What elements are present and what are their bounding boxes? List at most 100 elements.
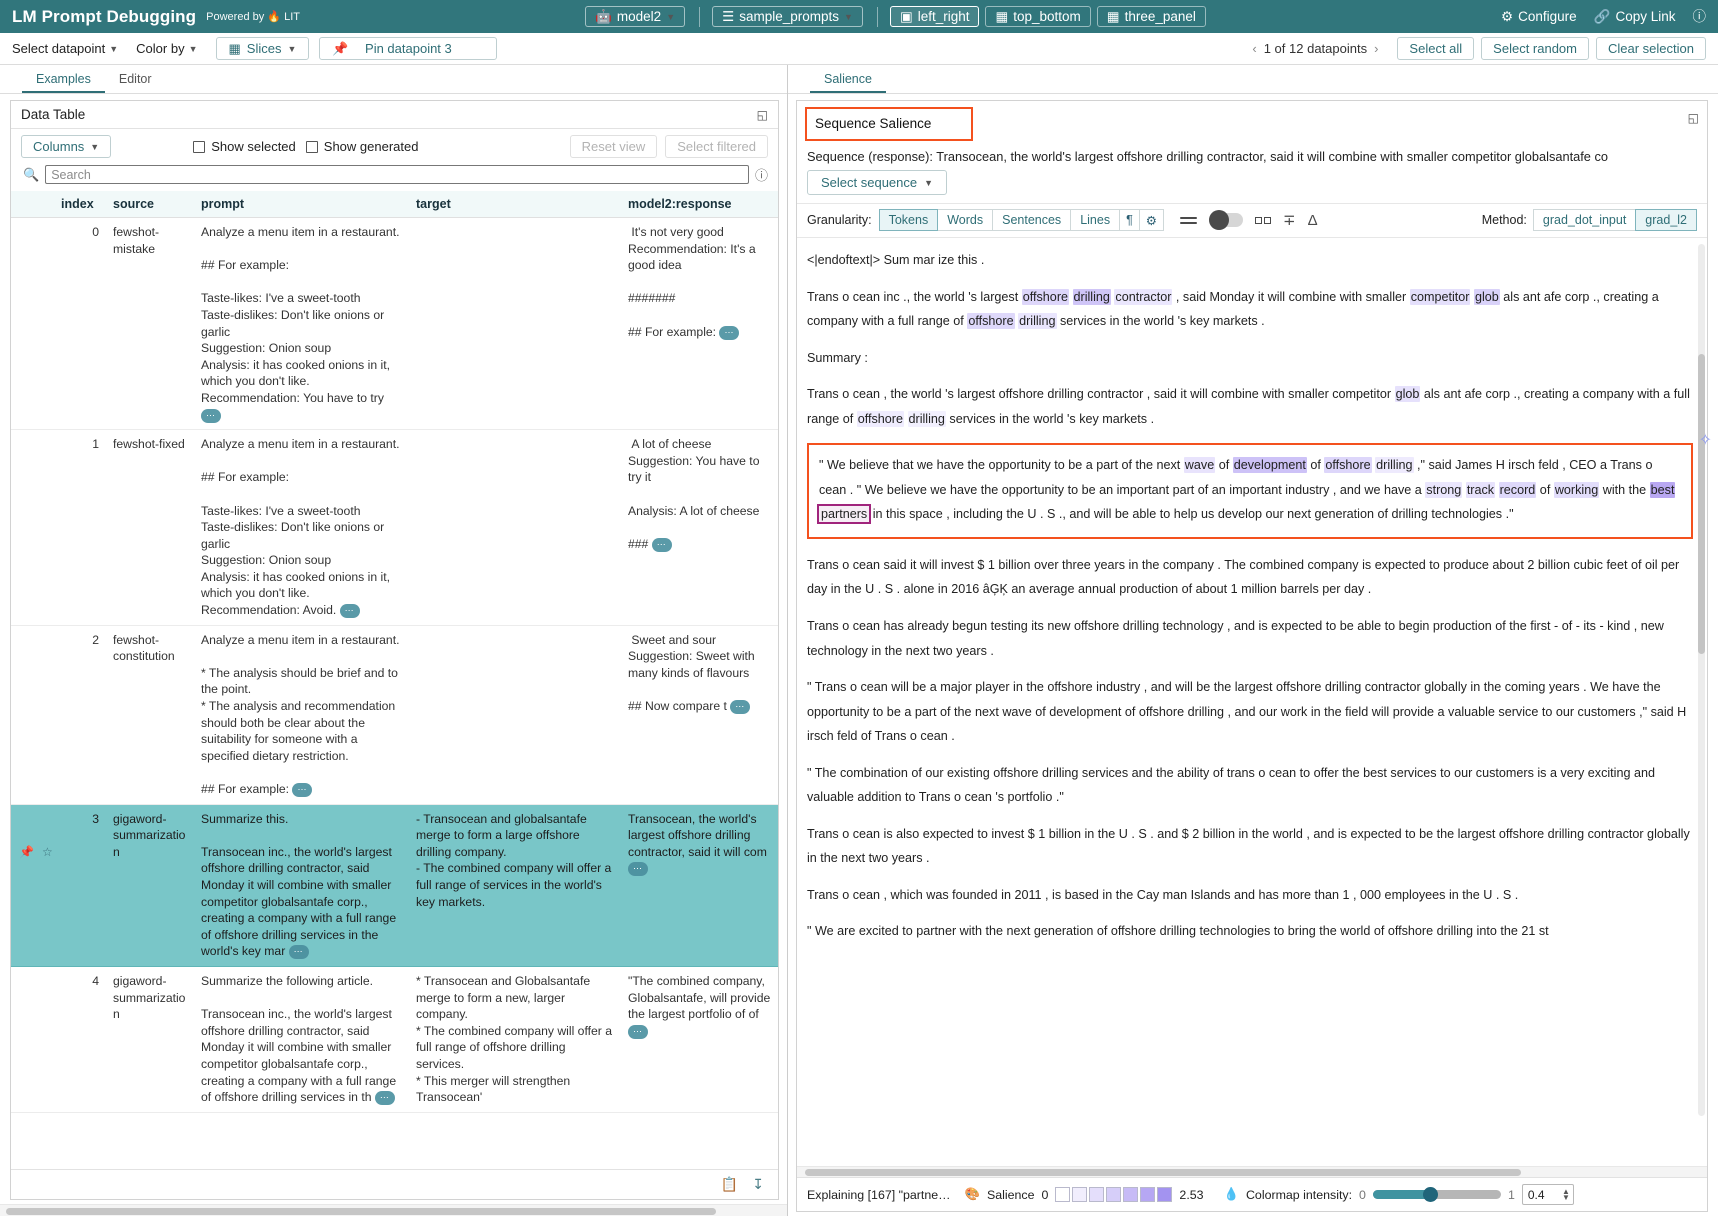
salience-token[interactable]: contractor xyxy=(1114,289,1172,305)
configure-button[interactable]: ⚙ Configure xyxy=(1501,9,1577,24)
header-response[interactable]: model2:response xyxy=(620,191,778,218)
salience-token[interactable]: wave xyxy=(1184,457,1215,473)
row-pin-cell[interactable] xyxy=(11,625,53,804)
granularity-words-button[interactable]: Words xyxy=(937,209,993,231)
color-by-dropdown[interactable]: Color by ▼ xyxy=(136,41,197,56)
tab-examples[interactable]: Examples xyxy=(22,68,105,93)
salience-token[interactable]: offshore xyxy=(857,411,904,427)
search-input[interactable] xyxy=(45,165,749,184)
show-selected-checkbox[interactable]: Show selected xyxy=(193,139,296,154)
select-datapoint-dropdown[interactable]: Select datapoint ▼ xyxy=(12,41,118,56)
pilcrow-icon-button[interactable]: ¶ xyxy=(1119,209,1140,231)
slider-knob[interactable] xyxy=(1423,1187,1438,1202)
expand-icon[interactable]: ◱ xyxy=(757,108,768,122)
more-badge[interactable]: ⋯ xyxy=(340,604,360,618)
slices-button[interactable]: ▦ Slices ▼ xyxy=(216,37,310,60)
pin-icon[interactable]: 📌 xyxy=(19,844,34,860)
salience-token[interactable]: strong xyxy=(1425,482,1462,498)
more-badge[interactable]: ⋯ xyxy=(652,538,672,552)
sparkle-icon[interactable]: ✧ xyxy=(1699,430,1712,450)
salience-token[interactable]: glob xyxy=(1474,289,1500,305)
row-pin-cell[interactable] xyxy=(11,218,53,430)
left-horizontal-scrollbar[interactable] xyxy=(0,1204,787,1216)
more-badge[interactable]: ⋯ xyxy=(375,1091,395,1105)
color-mode-toggle[interactable] xyxy=(1209,213,1243,227)
layout-button-three-panel[interactable]: ▦ three_panel xyxy=(1097,6,1206,27)
copy-link-button[interactable]: 🔗 Copy Link xyxy=(1594,9,1676,24)
salience-token[interactable]: drilling xyxy=(1073,289,1111,305)
salience-vertical-scrollbar[interactable] xyxy=(1698,244,1705,1116)
salience-token[interactable]: glob xyxy=(1395,386,1421,402)
expand-icon[interactable]: ◱ xyxy=(1688,107,1699,125)
help-icon[interactable]: ⓘ xyxy=(755,165,768,184)
grid-view-icon[interactable] xyxy=(1255,217,1271,224)
header-source[interactable]: source xyxy=(105,191,193,218)
tab-salience[interactable]: Salience xyxy=(810,68,886,93)
colormap-slider[interactable] xyxy=(1373,1190,1501,1199)
font-size-icon[interactable]: Δ xyxy=(1308,213,1318,228)
salience-token[interactable]: drilling xyxy=(1375,457,1413,473)
more-badge[interactable]: ⋯ xyxy=(628,1025,648,1039)
salience-token-focused[interactable]: partners xyxy=(819,506,869,522)
granularity-lines-button[interactable]: Lines xyxy=(1070,209,1120,231)
star-icon[interactable]: ☆ xyxy=(42,844,53,860)
clear-selection-button[interactable]: Clear selection xyxy=(1596,37,1706,60)
tab-editor[interactable]: Editor xyxy=(105,68,166,93)
gear-icon-button[interactable]: ⚙ xyxy=(1139,209,1164,231)
more-badge[interactable]: ⋯ xyxy=(730,700,750,714)
more-badge[interactable]: ⋯ xyxy=(719,326,739,340)
salience-token[interactable]: working xyxy=(1554,482,1599,498)
salience-token[interactable]: competitor xyxy=(1410,289,1471,305)
table-row[interactable]: 0 fewshot-mistake Analyze a menu item in… xyxy=(11,218,778,430)
table-row[interactable]: 1 fewshot-fixed Analyze a menu item in a… xyxy=(11,430,778,626)
row-pin-cell[interactable] xyxy=(11,966,53,1112)
header-prompt[interactable]: prompt xyxy=(193,191,408,218)
plus-minus-icon[interactable]: ∓ xyxy=(1283,213,1296,228)
download-icon[interactable]: ↧ xyxy=(752,1176,764,1193)
salience-token[interactable]: offshore xyxy=(967,313,1014,329)
salience-text-body[interactable]: <|endoftext|> Sum mar ize this . Trans o… xyxy=(797,238,1707,1166)
select-all-button[interactable]: Select all xyxy=(1397,37,1474,60)
salience-token[interactable]: development xyxy=(1233,457,1307,473)
model-selector-chip[interactable]: 🤖 model2 ▼ xyxy=(585,6,685,27)
table-row-selected[interactable]: 📌 ☆ 3 gigaword-summarization Summarize t… xyxy=(11,804,778,966)
select-filtered-button[interactable]: Select filtered xyxy=(665,135,768,158)
reset-view-button[interactable]: Reset view xyxy=(570,135,658,158)
stepper-arrows[interactable]: ▲▼ xyxy=(1562,1189,1570,1201)
header-target[interactable]: target xyxy=(408,191,620,218)
table-row[interactable]: 4 gigaword-summarization Summarize the f… xyxy=(11,966,778,1112)
copy-icon[interactable]: 📋 xyxy=(721,1176,738,1193)
help-icon[interactable]: ⓘ xyxy=(1693,10,1707,24)
method-grad-l2-button[interactable]: grad_l2 xyxy=(1635,209,1697,231)
salience-token[interactable]: track xyxy=(1466,482,1495,498)
scrollbar-thumb[interactable] xyxy=(805,1169,1521,1176)
show-generated-checkbox[interactable]: Show generated xyxy=(306,139,419,154)
scrollbar-thumb[interactable] xyxy=(1698,354,1705,654)
more-badge[interactable]: ⋯ xyxy=(628,862,648,876)
salience-token[interactable]: best xyxy=(1650,482,1676,498)
pin-datapoint-button[interactable]: 📌 Pin datapoint 3 xyxy=(319,37,497,60)
data-table-scroll[interactable]: index source prompt target model2:respon… xyxy=(11,191,778,1169)
next-datapoint-icon[interactable]: › xyxy=(1374,41,1378,56)
prev-datapoint-icon[interactable]: ‹ xyxy=(1252,41,1256,56)
table-row[interactable]: 2 fewshot-constitution Analyze a menu it… xyxy=(11,625,778,804)
granularity-sentences-button[interactable]: Sentences xyxy=(992,209,1071,231)
colormap-value-input[interactable]: 0.4 ▲▼ xyxy=(1522,1184,1574,1205)
layout-button-left-right[interactable]: ▣ left_right xyxy=(890,6,980,27)
dataset-selector-chip[interactable]: ☰ sample_prompts ▼ xyxy=(712,6,863,27)
more-badge[interactable]: ⋯ xyxy=(201,409,221,423)
more-badge[interactable]: ⋯ xyxy=(292,783,312,797)
salience-token[interactable]: drilling xyxy=(908,411,946,427)
row-pin-cell[interactable] xyxy=(11,430,53,626)
method-grad-dot-input-button[interactable]: grad_dot_input xyxy=(1533,209,1636,231)
scrollbar-thumb[interactable] xyxy=(6,1208,716,1215)
granularity-tokens-button[interactable]: Tokens xyxy=(879,209,939,231)
salience-token[interactable]: offshore xyxy=(1324,457,1371,473)
columns-button[interactable]: Columns ▼ xyxy=(21,135,111,158)
layout-button-top-bottom[interactable]: ▦ top_bottom xyxy=(985,6,1090,27)
row-pin-cell[interactable]: 📌 ☆ xyxy=(11,804,53,966)
salience-horizontal-scrollbar[interactable] xyxy=(797,1166,1707,1177)
select-random-button[interactable]: Select random xyxy=(1481,37,1589,60)
density-lines-icon[interactable] xyxy=(1180,214,1197,227)
salience-token[interactable]: offshore xyxy=(1022,289,1069,305)
